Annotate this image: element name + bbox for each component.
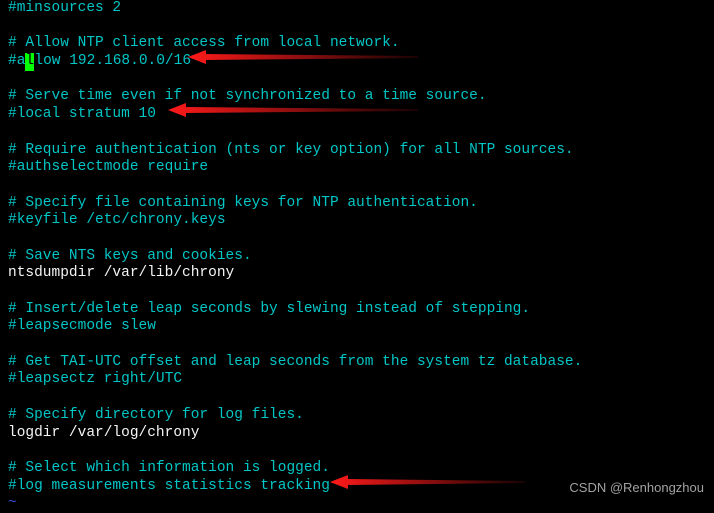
editor-line (8, 71, 706, 89)
editor-line: # Require authentication (nts or key opt… (8, 142, 706, 160)
editor-line (8, 442, 706, 460)
editor-line (8, 336, 706, 354)
terminal-editor[interactable]: #minsources 2 # Allow NTP client access … (8, 0, 706, 513)
editor-line: # Get TAI-UTC offset and leap seconds fr… (8, 354, 706, 372)
editor-line: #allow 192.168.0.0/16 (8, 53, 706, 71)
editor-line: #local stratum 10 (8, 106, 706, 124)
editor-line (8, 230, 706, 248)
editor-line: #authselectmode require (8, 159, 706, 177)
editor-line: ~ (8, 495, 706, 513)
editor-line: #leapsectz right/UTC (8, 371, 706, 389)
watermark: CSDN @Renhongzhou (569, 480, 704, 496)
editor-line: # Save NTS keys and cookies. (8, 248, 706, 266)
editor-line: # Select which information is logged. (8, 460, 706, 478)
text-after-cursor: low 192.168.0.0/16 (34, 53, 191, 69)
editor-line (8, 283, 706, 301)
editor-line (8, 389, 706, 407)
editor-line: # Specify file containing keys for NTP a… (8, 195, 706, 213)
editor-line: ntsdumpdir /var/lib/chrony (8, 265, 706, 283)
editor-line: # Specify directory for log files. (8, 407, 706, 425)
editor-line (8, 18, 706, 36)
editor-line: #leapsecmode slew (8, 318, 706, 336)
editor-line (8, 124, 706, 142)
editor-line: #minsources 2 (8, 0, 706, 18)
editor-line: # Serve time even if not synchronized to… (8, 88, 706, 106)
editor-line (8, 177, 706, 195)
text-before-cursor: #a (8, 53, 25, 69)
editor-line: # Insert/delete leap seconds by slewing … (8, 301, 706, 319)
editor-line: logdir /var/log/chrony (8, 425, 706, 443)
editor-line: # Allow NTP client access from local net… (8, 35, 706, 53)
editor-line: #keyfile /etc/chrony.keys (8, 212, 706, 230)
